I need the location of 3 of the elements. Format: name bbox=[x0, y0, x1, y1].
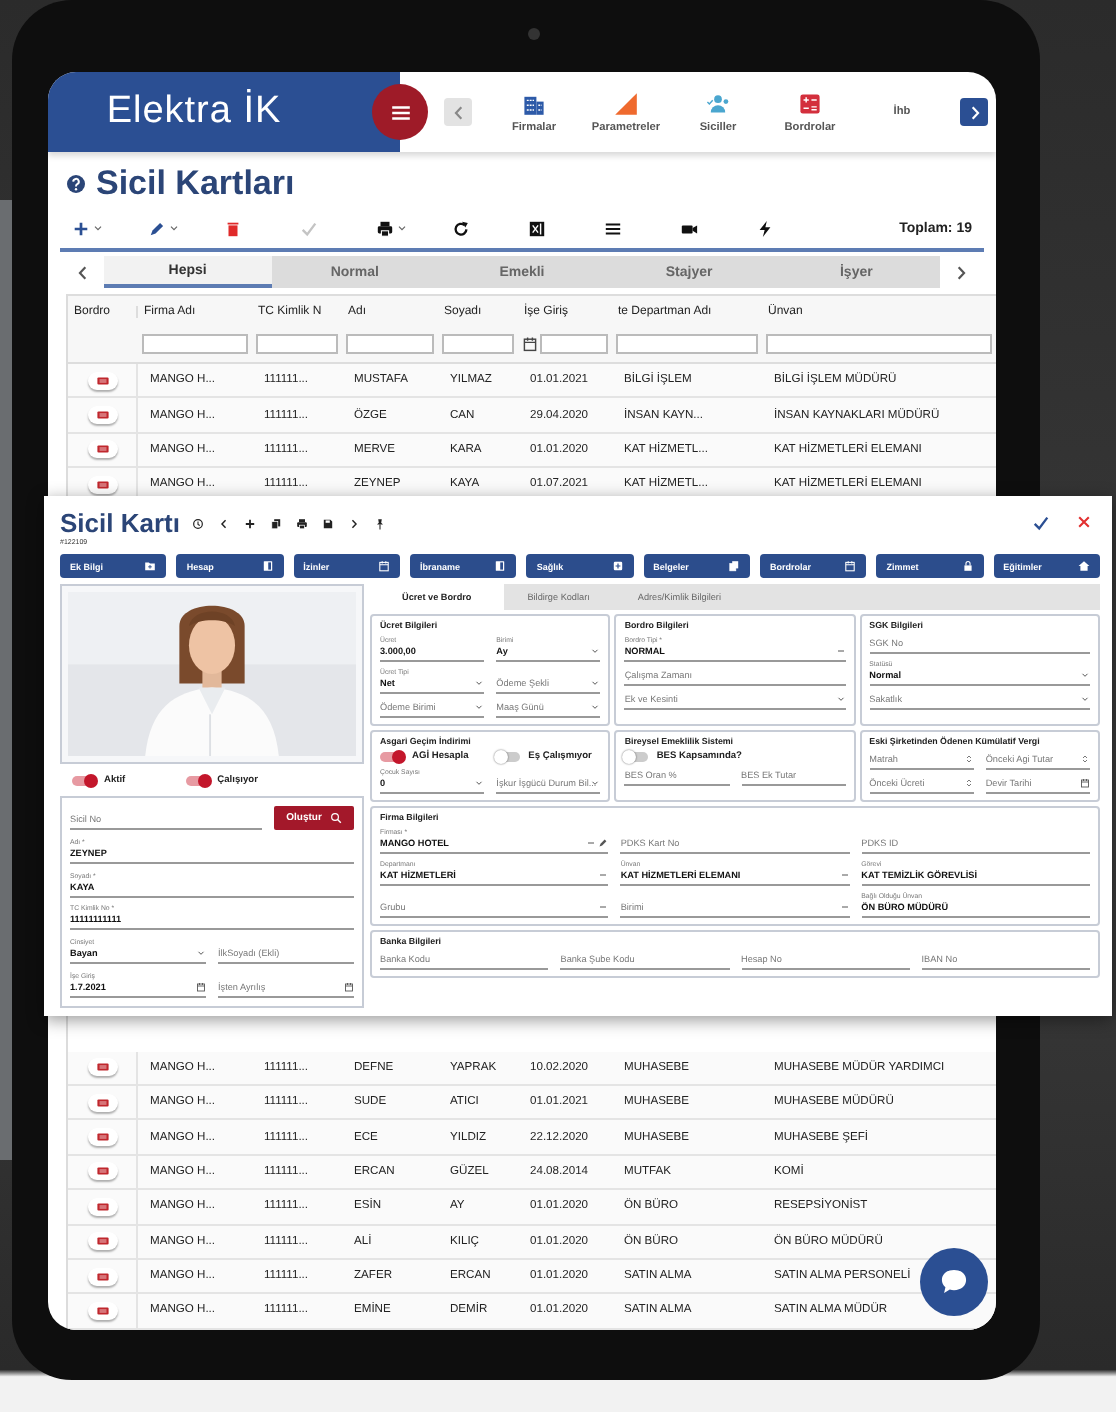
card-title: Sicil Kartı bbox=[60, 508, 180, 538]
app-logo: Elektra İK bbox=[106, 90, 284, 134]
page-title: Sicil Kartları bbox=[96, 164, 295, 204]
